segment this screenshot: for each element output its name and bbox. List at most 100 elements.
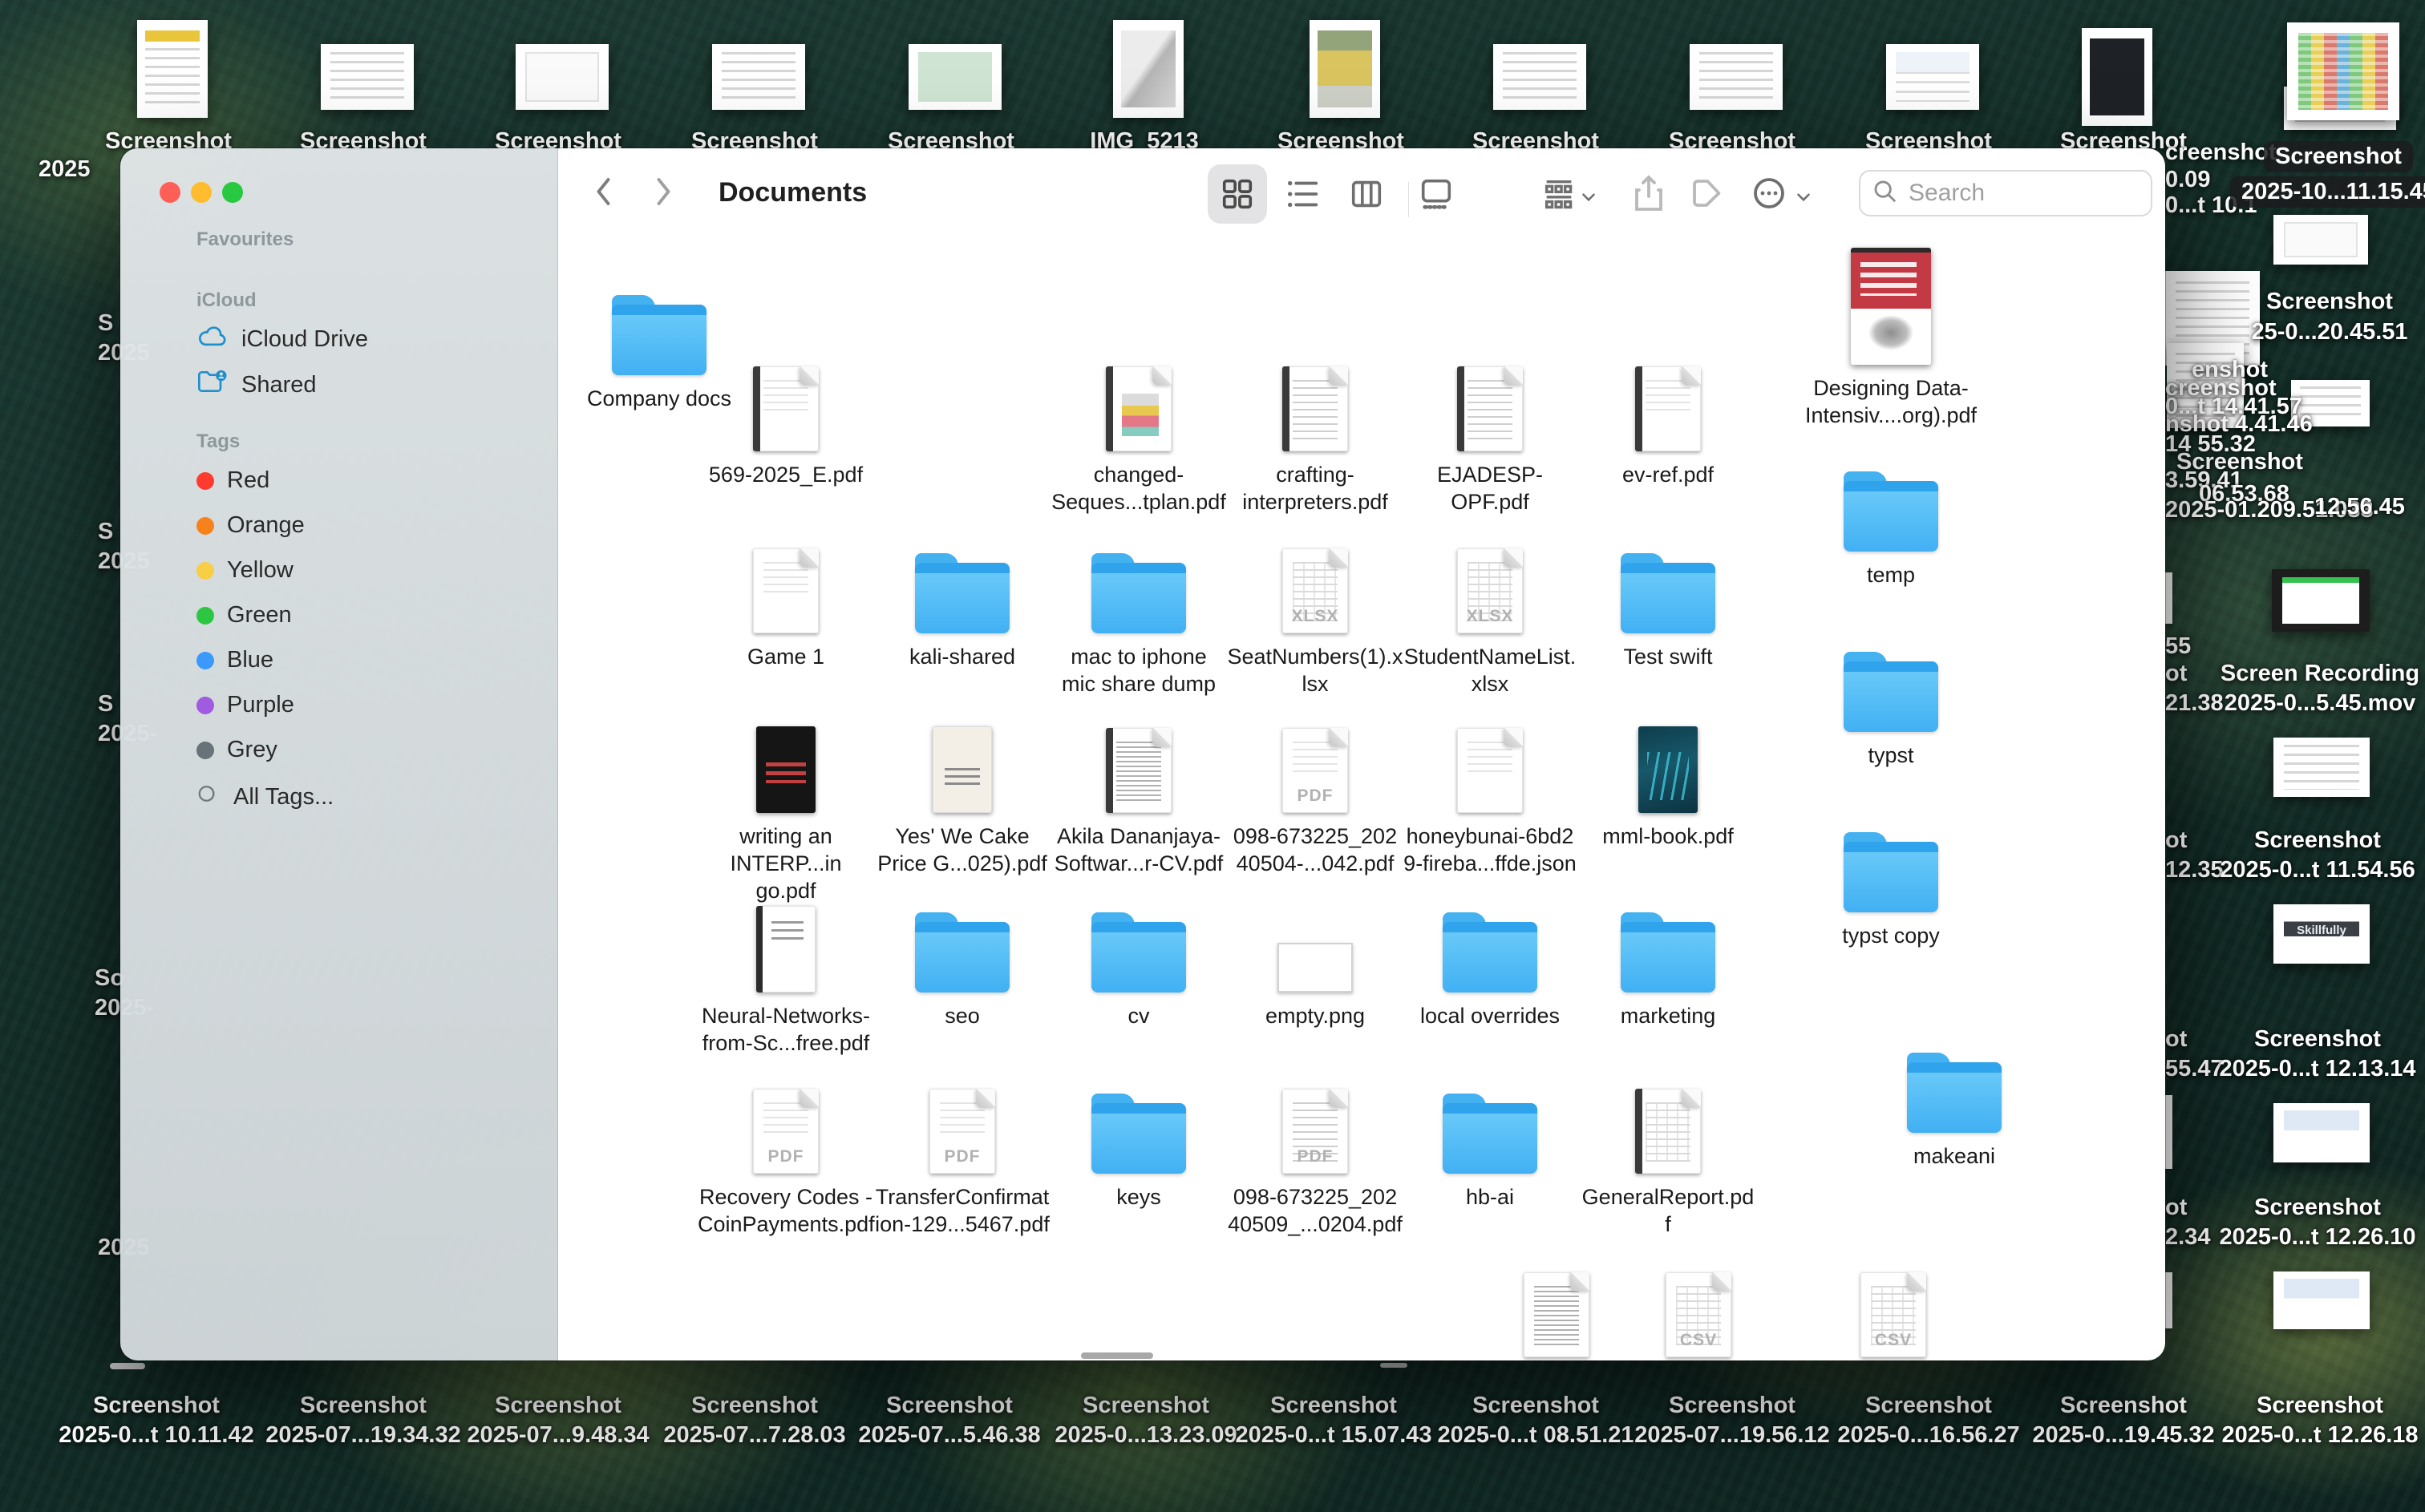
group-by-button[interactable] — [1540, 176, 1577, 216]
file-mac-to-iphone[interactable]: mac to iphonemic share dump — [1051, 531, 1227, 697]
sidebar-item-shared[interactable]: Shared — [196, 368, 317, 402]
file-csv[interactable]: CSV — [1610, 1255, 1787, 1360]
zoom-button[interactable] — [222, 182, 243, 203]
desktop-icon-screenshot[interactable] — [909, 44, 1002, 110]
selected-desktop-label[interactable]: 2025-10...11.15.45 — [2230, 176, 2425, 208]
file-empty-png[interactable]: empty.png — [1227, 890, 1403, 1029]
desktop-icon-screenshot[interactable] — [1886, 44, 1979, 110]
desktop-label[interactable]: Screenshot2025-07...5.46.38 — [858, 1391, 1040, 1450]
column-view-button[interactable] — [1348, 176, 1385, 216]
chevron-down-icon[interactable] — [1793, 187, 1814, 212]
file-hb-ai[interactable]: hb-ai — [1402, 1071, 1578, 1211]
minimize-button[interactable] — [191, 182, 212, 203]
file-honeybunai-json[interactable]: honeybunai-6bd29-fireba...ffde.json — [1402, 710, 1578, 877]
forward-button[interactable] — [648, 171, 677, 216]
file-akila-cv[interactable]: Akila Dananjaya-Softwar...r-CV.pdf — [1051, 710, 1227, 877]
search-field[interactable] — [1859, 170, 2152, 216]
file-makeani[interactable]: makeani — [1866, 1030, 2042, 1170]
desktop-label[interactable]: Screenshot2025-0...t 12.26.10 — [2219, 1193, 2415, 1252]
desktop-label[interactable]: Screenshot2025-07...19.34.32 — [265, 1391, 460, 1450]
gallery-view-button[interactable] — [1418, 176, 1455, 216]
sidebar-tag-green[interactable]: Green — [196, 602, 292, 629]
file-general-report[interactable]: GeneralReport.pdf — [1580, 1071, 1756, 1238]
desktop-label[interactable]: Screenshot2025-0...13.23.09 — [1055, 1391, 1237, 1450]
file-098-673225-0509[interactable]: PDF098-673225_20240509_...0204.pdf — [1227, 1071, 1403, 1238]
desktop-icon-screenshot[interactable] — [712, 44, 805, 110]
file-keys[interactable]: keys — [1051, 1071, 1227, 1211]
back-button[interactable] — [590, 171, 619, 216]
sidebar-tag-yellow[interactable]: Yellow — [196, 557, 294, 584]
desktop-icon-screenshot[interactable] — [137, 20, 208, 118]
sidebar-tag-red[interactable]: Red — [196, 467, 269, 494]
sidebar-item-icloud-drive[interactable]: iCloud Drive — [196, 323, 368, 355]
file-ejadesp-opf[interactable]: EJADESP-OPF.pdf — [1402, 349, 1578, 515]
desktop-icon-screenshot[interactable] — [2273, 738, 2370, 797]
desktop-label[interactable]: Screenshot2025-0...19.45.32 — [2032, 1391, 2214, 1450]
selected-desktop-label[interactable]: Screenshot — [2264, 141, 2413, 172]
sidebar-tag-grey[interactable]: Grey — [196, 737, 277, 763]
file-mml-book[interactable]: mml-book.pdf — [1580, 710, 1756, 850]
horizontal-scrollbar[interactable] — [1081, 1352, 1153, 1359]
desktop-label[interactable]: Screenshot2025-0...t 12.26.18 — [2221, 1391, 2418, 1450]
sidebar-item-all-tags[interactable]: All Tags... — [196, 782, 334, 812]
list-view-button[interactable] — [1284, 176, 1321, 216]
tag-button[interactable] — [1687, 174, 1726, 216]
desktop-icon-img-5213[interactable] — [1113, 20, 1184, 118]
desktop-label[interactable]: 25-0...20.45.51 — [2251, 317, 2407, 347]
share-button[interactable] — [1629, 172, 1668, 218]
chevron-down-icon[interactable] — [1578, 187, 1599, 212]
desktop-label[interactable]: Screenshot2025-0...t 08.51.21 — [1437, 1391, 1634, 1450]
file-typst[interactable]: typst — [1803, 629, 1979, 769]
file-designing-data-intensive[interactable]: Designing Data-Intensiv....org).pdf — [1803, 237, 1979, 429]
desktop-label[interactable]: Screenshot2025-07...7.28.03 — [663, 1391, 845, 1450]
file-typst-copy[interactable]: typst copy — [1803, 810, 1979, 949]
search-input[interactable] — [1907, 179, 2140, 208]
file-seo[interactable]: seo — [874, 890, 1051, 1029]
desktop-icon-screenshot[interactable] — [1493, 44, 1586, 110]
file-yes-we-cake[interactable]: Yes' We CakePrice G...025).pdf — [874, 710, 1051, 877]
file-writing-interpreter[interactable]: writing anINTERP...in go.pdf — [698, 710, 874, 904]
desktop-icon-screenshot[interactable] — [516, 44, 609, 110]
desktop-label[interactable]: Screenshot2025-07...19.56.12 — [1634, 1391, 1829, 1450]
file-csv[interactable]: CSV — [1805, 1255, 1982, 1360]
desktop-icon-screenshot[interactable] — [1310, 20, 1380, 118]
file-cv[interactable]: cv — [1051, 890, 1227, 1029]
desktop-icon-screenshot[interactable] — [2273, 1103, 2370, 1162]
desktop-label[interactable]: Screenshot2025-07...9.48.34 — [467, 1391, 649, 1450]
desktop-icon-screenshot-selected[interactable] — [2287, 22, 2399, 120]
file-seatnumbers-xlsx[interactable]: XLSXSeatNumbers(1).xlsx — [1227, 531, 1403, 697]
desktop-label[interactable]: Screenshot2025-0...t 12.13.14 — [2219, 1025, 2415, 1084]
file-game-1[interactable]: Game 1 — [698, 531, 874, 670]
desktop-icon-screenshot[interactable]: Skillfully — [2273, 904, 2370, 964]
sidebar-tag-blue[interactable]: Blue — [196, 647, 273, 673]
desktop-label[interactable]: Screenshot — [2266, 287, 2393, 317]
file-neural-networks[interactable]: Neural-Networks-from-Sc...free.pdf — [698, 890, 874, 1057]
file-569-2025-e[interactable]: 569-2025_E.pdf — [698, 349, 874, 488]
desktop-icon-screenshot[interactable] — [2273, 215, 2368, 265]
sidebar-tag-purple[interactable]: Purple — [196, 692, 294, 718]
desktop-label[interactable]: Screenshot2025-0...t 15.07.43 — [1235, 1391, 1431, 1450]
more-options-button[interactable] — [1750, 174, 1788, 216]
file-test-swift[interactable]: Test swift — [1580, 531, 1756, 670]
desktop-icon-screen-recording[interactable] — [2272, 569, 2370, 632]
file-098-673225-0504[interactable]: PDF098-673225_20240504-...042.pdf — [1227, 710, 1403, 877]
desktop-label[interactable]: Screenshot2025-0...t 11.54.56 — [2220, 826, 2415, 885]
file-local-overrides[interactable]: local overrides — [1402, 890, 1578, 1029]
file-studentnamelist-xlsx[interactable]: XLSXStudentNameList.xlsx — [1402, 531, 1578, 697]
file-marketing[interactable]: marketing — [1580, 890, 1756, 1029]
icon-view-button[interactable] — [1219, 176, 1256, 216]
file-recovery-codes[interactable]: PDFRecovery Codes -CoinPayments.pdf — [698, 1071, 874, 1238]
close-button[interactable] — [160, 182, 180, 203]
desktop-label[interactable]: Screenshot2025-0...16.56.27 — [1837, 1391, 2019, 1450]
desktop-label[interactable]: Screen Recording2025-0...5.45.mov — [2221, 659, 2419, 718]
file-crafting-interpreters[interactable]: crafting-interpreters.pdf — [1227, 349, 1403, 515]
desktop-label[interactable]: Screenshot2025-0...t 10.11.42 — [59, 1391, 253, 1450]
desktop-icon-screenshot[interactable] — [2082, 28, 2152, 126]
sidebar-tag-orange[interactable]: Orange — [196, 512, 305, 539]
file-transfer-confirmation[interactable]: PDFTransferConfirmation-129...5467.pdf — [874, 1071, 1051, 1238]
desktop-icon-screenshot[interactable] — [321, 44, 414, 110]
desktop-icon-screenshot[interactable] — [1690, 44, 1783, 110]
file-ev-ref[interactable]: ev-ref.pdf — [1580, 349, 1756, 488]
file-kali-shared[interactable]: kali-shared — [874, 531, 1051, 670]
file-temp[interactable]: temp — [1803, 449, 1979, 588]
